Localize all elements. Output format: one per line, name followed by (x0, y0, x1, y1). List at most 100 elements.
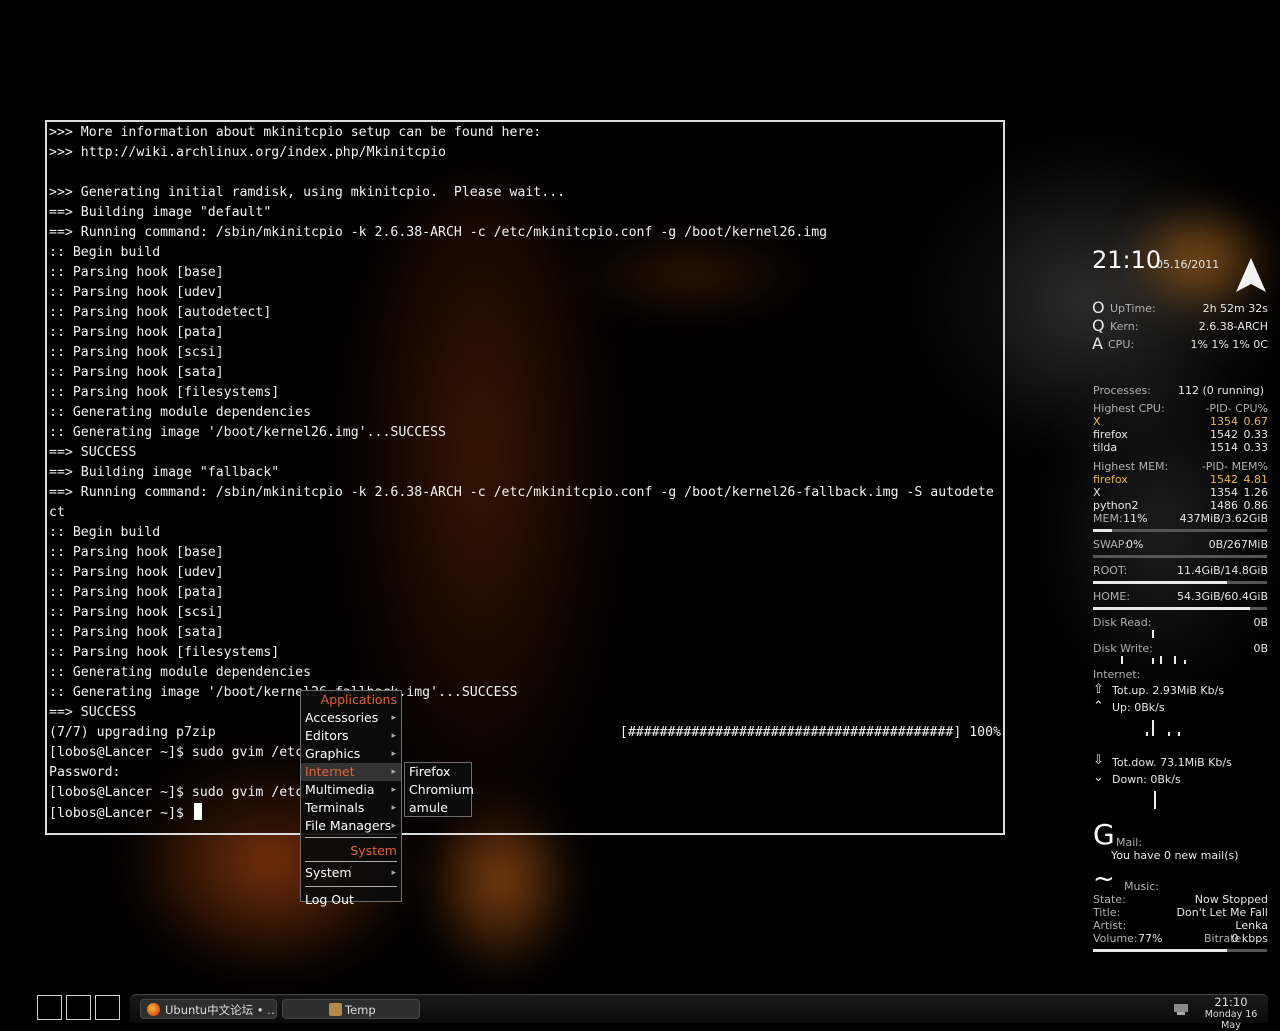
process-pid: 1486 (1210, 499, 1238, 512)
terminal-line: [lobos@Lancer ~]$ sudo gvim /etc (49, 785, 304, 800)
terminal-line: :: Parsing hook [udev] (49, 285, 224, 300)
conky-date: 05.16/2011 (1156, 258, 1220, 271)
terminal-line: :: Parsing hook [scsi] (49, 345, 224, 360)
terminal-line: :: Parsing hook [filesystems] (49, 645, 280, 660)
uptime-value: 2h 52m 32s (1202, 302, 1268, 315)
workspace-2[interactable] (66, 995, 91, 1020)
terminal-line: ==> Running command: /sbin/mkinitcpio -k… (49, 225, 828, 240)
menu-item-editors[interactable]: Editors ▸ (301, 727, 401, 745)
conky-time: 21:10 (1092, 246, 1162, 274)
menu-item-internet[interactable]: Internet ▸ (301, 763, 401, 781)
menu-header-system: System (350, 843, 397, 858)
terminal-line: ct (49, 505, 65, 520)
terminal-line: :: Generating image '/boot/kernel26-fall… (49, 685, 518, 700)
highest-cpu-label: Highest CPU: (1093, 402, 1165, 415)
music-artist: Lenka (1235, 919, 1268, 932)
menu-item-graphics[interactable]: Graphics ▸ (301, 745, 401, 763)
task-label: Temp (345, 1003, 376, 1017)
total-download: Tot.dow. 73.1MiB Kb/s (1112, 756, 1232, 769)
process-name: tilda (1093, 441, 1118, 454)
swap-value: 0B/267MiB (1208, 538, 1268, 551)
submenu-item-chromium[interactable]: Chromium (405, 781, 474, 799)
terminal-cursor (193, 803, 202, 820)
terminal-line: ==> SUCCESS (49, 705, 137, 720)
chevron-right-icon: ▸ (391, 767, 396, 777)
mem-value: 437MiB/3.62GiB (1179, 512, 1268, 525)
menu-item-label: Editors (305, 728, 349, 743)
process-val: 1.26 (1243, 486, 1269, 499)
terminal-line: [lobos@Lancer ~]$ (49, 803, 1001, 823)
menu-item-label: Log Out (305, 892, 354, 907)
music-volume: 77% (1138, 932, 1163, 945)
menu-item-system[interactable]: System ▸ (301, 864, 401, 882)
firefox-icon (147, 1003, 160, 1016)
process-pid: 1354 (1210, 486, 1238, 499)
clock-time: 21:10 (1214, 995, 1248, 1009)
cpu-label: CPU: (1108, 338, 1135, 351)
terminal-line: >>> http://wiki.archlinux.org/index.php/… (49, 145, 446, 160)
home-value: 54.3GiB/60.4GiB (1177, 590, 1268, 603)
process-val: 0.67 (1243, 415, 1269, 428)
disk-write-value: 0B (1253, 642, 1268, 655)
menu-item-file-managers[interactable]: File Managers ▸ (301, 817, 401, 835)
music-title: Don't Let Me Fall (1176, 906, 1268, 919)
panel-clock[interactable]: 21:10 Monday 16 May (1196, 996, 1266, 1031)
uptime-icon: O (1092, 298, 1105, 317)
music-bitrate: 0 kbps (1231, 932, 1268, 945)
pid-mem-header: -PID- MEM% (1201, 460, 1268, 473)
menu-item-logout[interactable]: Log Out (301, 891, 401, 909)
task-temp[interactable]: Temp (282, 999, 420, 1019)
cpu-icon: A (1092, 334, 1103, 353)
terminal-output: >>> More information about mkinitcpio se… (49, 123, 1001, 823)
menu-item-multimedia[interactable]: Multimedia ▸ (301, 781, 401, 799)
conky-system-monitor: 21:10 05.16/2011 O UpTime: 2h 52m 32s Q … (1088, 246, 1280, 966)
uptime-label: UpTime: (1110, 302, 1156, 315)
process-name: python2 (1093, 499, 1139, 512)
chevron-right-icon: ▸ (391, 731, 396, 741)
terminal-line: Password: (49, 765, 121, 780)
process-name: firefox (1093, 428, 1128, 441)
submenu-item-amule[interactable]: amule (405, 799, 471, 817)
music-label: Music: (1124, 880, 1160, 893)
process-name: firefox (1093, 473, 1128, 486)
menu-item-label: System (305, 865, 352, 880)
menu-item-terminals[interactable]: Terminals ▸ (301, 799, 401, 817)
process-val: 0.33 (1243, 441, 1269, 454)
mem-bar (1093, 529, 1267, 532)
terminal-line: :: Begin build (49, 245, 161, 260)
menu-item-accessories[interactable]: Accessories ▸ (301, 709, 401, 727)
disk-read-label: Disk Read: (1093, 616, 1152, 629)
process-val: 4.81 (1243, 473, 1269, 486)
pid-cpu-header: -PID- CPU% (1205, 402, 1268, 415)
menu-item-label: Multimedia (305, 782, 375, 797)
terminal-line: :: Parsing hook [filesystems] (49, 385, 280, 400)
submenu-item-firefox[interactable]: Firefox (405, 763, 471, 781)
download-speed: Down: 0Bk/s (1112, 773, 1181, 786)
state-label: State: (1093, 893, 1126, 906)
workspace-1[interactable] (37, 995, 62, 1020)
menu-item-label: Terminals (305, 800, 365, 815)
workspace-3[interactable] (95, 995, 120, 1020)
arch-logo-icon (1236, 258, 1266, 292)
terminal-window[interactable]: >>> More information about mkinitcpio se… (45, 120, 1005, 835)
disk-read-value: 0B (1253, 616, 1268, 629)
title-label: Title: (1093, 906, 1121, 919)
terminal-line: ==> SUCCESS (49, 445, 137, 460)
internet-submenu[interactable]: Firefox Chromium amule (404, 762, 474, 817)
applications-menu[interactable]: Applications Accessories ▸ Editors ▸ Graphic… (300, 690, 402, 907)
terminal-line: :: Parsing hook [autodetect] (49, 305, 272, 320)
upload-icon: ⇧ (1093, 682, 1104, 697)
process-pid: 1354 (1210, 415, 1238, 428)
internet-label: Internet: (1093, 668, 1141, 681)
swap-label: SWAP: (1093, 538, 1129, 551)
terminal-line: [lobos@Lancer ~]$ sudo gvim /etc (49, 745, 304, 760)
network-tray-icon[interactable] (1173, 1000, 1191, 1016)
home-label: HOME: (1093, 590, 1131, 603)
task-firefox[interactable]: Ubuntu中文论坛 • … (140, 999, 277, 1019)
terminal-line: :: Generating module dependencies (49, 405, 312, 420)
chevron-right-icon: ▸ (391, 713, 396, 723)
up-arrow-icon: ⌃ (1093, 699, 1104, 714)
music-state: Now Stopped (1194, 893, 1268, 906)
root-bar (1093, 581, 1267, 584)
terminal-line: ==> Building image "default" (49, 205, 272, 220)
